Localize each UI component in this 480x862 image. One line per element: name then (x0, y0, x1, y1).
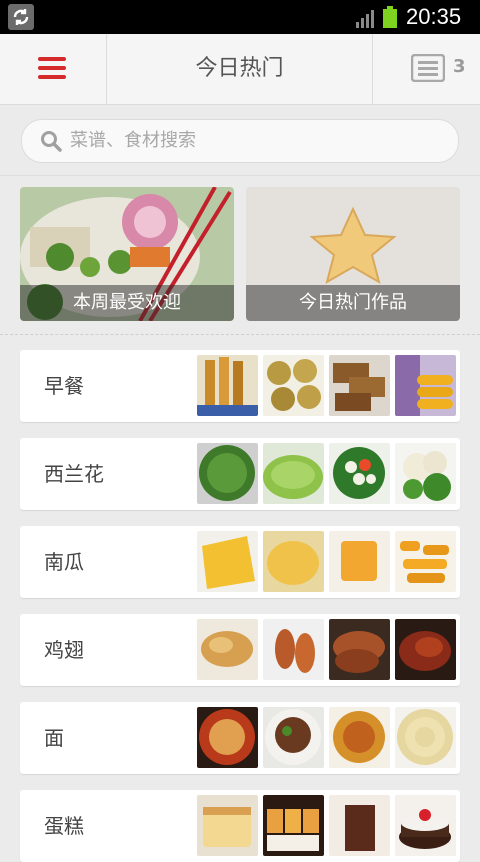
today-hot-works-label: 今日热门作品 (246, 285, 460, 321)
battery-icon (383, 6, 397, 28)
food-thumbnail (395, 531, 456, 592)
food-thumbnail (263, 443, 324, 504)
category-label: 西兰花 (44, 462, 104, 486)
section-divider (0, 334, 480, 335)
search-area: 菜谱、食材搜索 (0, 105, 480, 176)
category-breakfast[interactable]: 早餐 (20, 350, 460, 422)
food-thumbnail (329, 795, 390, 856)
food-thumbnail (197, 795, 258, 856)
notes-list-icon (411, 54, 445, 82)
food-thumbnail (197, 707, 258, 768)
menu-icon (38, 57, 66, 61)
category-label: 南瓜 (44, 550, 84, 574)
weekly-popular-card[interactable]: 本周最受欢迎 (20, 187, 234, 321)
food-thumbnail (395, 355, 456, 416)
status-bar: 20:35 (0, 0, 480, 34)
menu-icon-line (38, 66, 66, 70)
food-thumbnail (197, 443, 258, 504)
category-label: 早餐 (44, 374, 84, 398)
signal-icon (356, 10, 374, 28)
today-hot-works-card[interactable]: 今日热门作品 (246, 187, 460, 321)
food-thumbnail (263, 531, 324, 592)
category-broccoli[interactable]: 西兰花 (20, 438, 460, 510)
notes-button[interactable]: 3 (372, 34, 480, 104)
food-thumbnail (395, 707, 456, 768)
food-thumbnail (329, 355, 390, 416)
category-label: 鸡翅 (44, 638, 84, 662)
category-label: 面 (44, 726, 64, 750)
food-thumbnail (395, 443, 456, 504)
food-thumbnail (329, 619, 390, 680)
status-time: 20:35 (406, 4, 462, 29)
food-thumbnail (329, 707, 390, 768)
food-thumbnail (197, 531, 258, 592)
food-thumbnail (197, 355, 258, 416)
food-thumbnail (263, 707, 324, 768)
food-thumbnail (329, 443, 390, 504)
category-cake[interactable]: 蛋糕 (20, 790, 460, 862)
top-bar: 今日热门 3 (0, 34, 480, 105)
search-input[interactable]: 菜谱、食材搜索 (21, 119, 459, 163)
food-thumbnail (395, 795, 456, 856)
category-pumpkin[interactable]: 南瓜 (20, 526, 460, 598)
search-placeholder: 菜谱、食材搜索 (70, 130, 196, 151)
menu-button[interactable] (0, 34, 107, 104)
category-label: 蛋糕 (44, 814, 84, 838)
search-icon (41, 131, 62, 152)
notes-count: 3 (453, 56, 466, 77)
food-thumbnail (263, 355, 324, 416)
food-thumbnail (263, 619, 324, 680)
food-thumbnail (197, 619, 258, 680)
food-thumbnail (395, 619, 456, 680)
menu-icon-line (38, 75, 66, 79)
sync-icon (8, 4, 34, 30)
category-noodles[interactable]: 面 (20, 702, 460, 774)
category-chicken-wings[interactable]: 鸡翅 (20, 614, 460, 686)
food-thumbnail (329, 531, 390, 592)
page-title: 今日热门 (195, 56, 284, 81)
weekly-popular-label: 本周最受欢迎 (20, 285, 234, 321)
food-thumbnail (263, 795, 324, 856)
